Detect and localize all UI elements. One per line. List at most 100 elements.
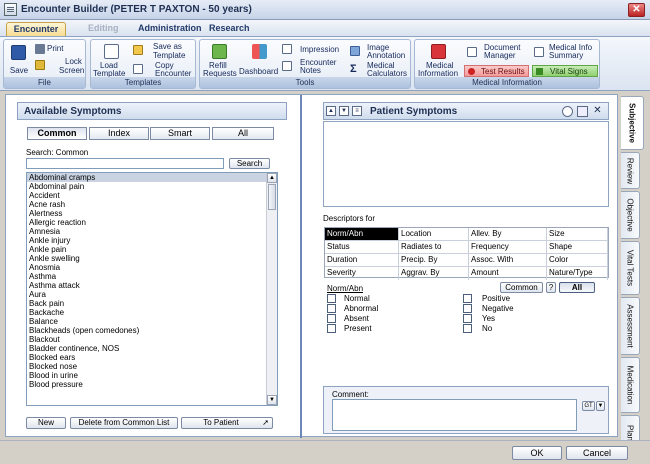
test-results-button[interactable]: Test Results: [464, 65, 529, 77]
load-template-button[interactable]: Load Template: [93, 44, 129, 78]
refill-requests-button[interactable]: Refill Requests: [202, 44, 238, 80]
list-item[interactable]: Accident: [27, 191, 277, 200]
segment-index[interactable]: Index: [89, 127, 149, 140]
help-button[interactable]: ?: [546, 282, 556, 293]
descriptor-cell[interactable]: Aggrav. By: [399, 267, 469, 280]
list-item[interactable]: Aura: [27, 290, 277, 299]
abnormal-checkbox[interactable]: [327, 304, 336, 313]
close-button[interactable]: ✕: [628, 3, 645, 17]
segment-smart[interactable]: Smart: [150, 127, 210, 140]
list-item[interactable]: Balance: [27, 317, 277, 326]
symptom-list[interactable]: Abdominal cramps Abdominal pain Accident…: [26, 172, 278, 406]
list-item[interactable]: Back pain: [27, 299, 277, 308]
edit-list-icon[interactable]: [577, 106, 588, 117]
to-patient-button[interactable]: To Patient ➚: [181, 417, 273, 429]
delete-x-icon[interactable]: ✕: [592, 106, 603, 117]
image-annotation-button[interactable]: Image Annotation: [350, 42, 410, 60]
descriptor-cell[interactable]: Norm/Abn: [325, 228, 399, 241]
list-item[interactable]: Backache: [27, 308, 277, 317]
print-button[interactable]: Print: [35, 44, 83, 54]
list-item[interactable]: Asthma attack: [27, 281, 277, 290]
lock-screen-button[interactable]: Lock Screen: [35, 57, 85, 75]
tab-vital-tests[interactable]: Vital Tests: [621, 241, 640, 295]
tab-encounter[interactable]: Encounter: [6, 22, 66, 36]
tab-assessment[interactable]: Assessment: [621, 297, 640, 355]
list-item[interactable]: Blood pressure: [27, 380, 277, 389]
list-item[interactable]: Blood in urine: [27, 371, 277, 380]
descriptor-cell[interactable]: Nature/Type: [547, 267, 608, 280]
tab-subjective[interactable]: Subjective: [621, 96, 644, 150]
symptom-list-scrollbar[interactable]: ▲ ▼: [266, 173, 277, 405]
descriptor-cell[interactable]: Frequency: [469, 241, 547, 254]
segment-all[interactable]: All: [212, 127, 274, 140]
move-down-icon[interactable]: ▼: [339, 106, 349, 116]
no-checkbox[interactable]: [463, 324, 472, 333]
tab-medication[interactable]: Medication: [621, 357, 640, 413]
medical-calculators-button[interactable]: Σ Medical Calculators: [350, 60, 410, 78]
search-input[interactable]: [26, 158, 224, 169]
sort-icon[interactable]: ≡: [352, 106, 362, 116]
save-button[interactable]: Save: [7, 42, 31, 76]
scroll-down-arrow-icon[interactable]: ▼: [267, 395, 277, 405]
medical-information-button[interactable]: Medical Information: [416, 44, 462, 78]
descriptor-cell[interactable]: Size: [547, 228, 608, 241]
magnifier-icon[interactable]: [562, 106, 573, 117]
list-item[interactable]: Anosmia: [27, 263, 277, 272]
comment-textarea[interactable]: [332, 399, 577, 431]
yes-checkbox[interactable]: [463, 314, 472, 323]
save-as-template-button[interactable]: Save as Template: [133, 43, 195, 61]
list-item[interactable]: Ankle injury: [27, 236, 277, 245]
descriptor-cell[interactable]: Allev. By: [469, 228, 547, 241]
dashboard-button[interactable]: Dashboard: [239, 44, 281, 78]
list-item[interactable]: Blackout: [27, 335, 277, 344]
list-item[interactable]: Ankle swelling: [27, 254, 277, 263]
document-manager-button[interactable]: Document Manager: [464, 44, 528, 62]
gt-dropdown-icon[interactable]: ▼: [596, 401, 605, 411]
list-item[interactable]: Alertness: [27, 209, 277, 218]
all-button[interactable]: All: [559, 282, 595, 293]
search-button[interactable]: Search: [229, 158, 270, 169]
tab-administration[interactable]: Administration: [138, 22, 202, 36]
list-item[interactable]: Abdominal pain: [27, 182, 277, 191]
cancel-button[interactable]: Cancel: [566, 446, 628, 460]
list-item[interactable]: Blackheads (open comedones): [27, 326, 277, 335]
list-item[interactable]: Bladder continence, NOS: [27, 344, 277, 353]
panel-divider[interactable]: [300, 95, 302, 438]
list-item[interactable]: Abdominal cramps: [27, 173, 277, 182]
list-item[interactable]: Acne rash: [27, 200, 277, 209]
list-item[interactable]: Asthma: [27, 272, 277, 281]
negative-checkbox[interactable]: [463, 304, 472, 313]
descriptor-cell[interactable]: Location: [399, 228, 469, 241]
descriptor-cell[interactable]: Assoc. With: [469, 254, 547, 267]
present-checkbox[interactable]: [327, 324, 336, 333]
encounter-notes-button[interactable]: Encounter Notes: [282, 58, 346, 76]
descriptor-cell[interactable]: Radiates to: [399, 241, 469, 254]
scroll-thumb[interactable]: [268, 184, 276, 210]
impression-button[interactable]: Impression: [282, 44, 346, 56]
descriptor-cell[interactable]: Severity: [325, 267, 399, 280]
tab-editing[interactable]: Editing: [88, 22, 119, 36]
new-button[interactable]: New: [26, 417, 66, 429]
common-button[interactable]: Common: [500, 282, 543, 293]
vital-signs-button[interactable]: Vital Signs: [532, 65, 598, 77]
normal-checkbox[interactable]: [327, 294, 336, 303]
tab-objective[interactable]: Objective: [621, 191, 640, 239]
descriptor-cell[interactable]: Color: [547, 254, 608, 267]
gt-button[interactable]: GT: [582, 401, 595, 411]
tab-research[interactable]: Research: [209, 22, 250, 36]
patient-symptoms-list[interactable]: [323, 121, 609, 207]
delete-from-common-list-button[interactable]: Delete from Common List: [70, 417, 178, 429]
descriptor-cell[interactable]: Status: [325, 241, 399, 254]
descriptor-cell[interactable]: Precip. By: [399, 254, 469, 267]
list-item[interactable]: Amnesia: [27, 227, 277, 236]
scroll-up-arrow-icon[interactable]: ▲: [267, 173, 277, 183]
descriptor-cell[interactable]: Shape: [547, 241, 608, 254]
list-item[interactable]: Ankle pain: [27, 245, 277, 254]
ok-button[interactable]: OK: [512, 446, 562, 460]
absent-checkbox[interactable]: [327, 314, 336, 323]
positive-checkbox[interactable]: [463, 294, 472, 303]
descriptor-cell[interactable]: Duration: [325, 254, 399, 267]
tab-review[interactable]: Review: [621, 152, 640, 189]
list-item[interactable]: Blocked ears: [27, 353, 277, 362]
list-item[interactable]: Blocked nose: [27, 362, 277, 371]
